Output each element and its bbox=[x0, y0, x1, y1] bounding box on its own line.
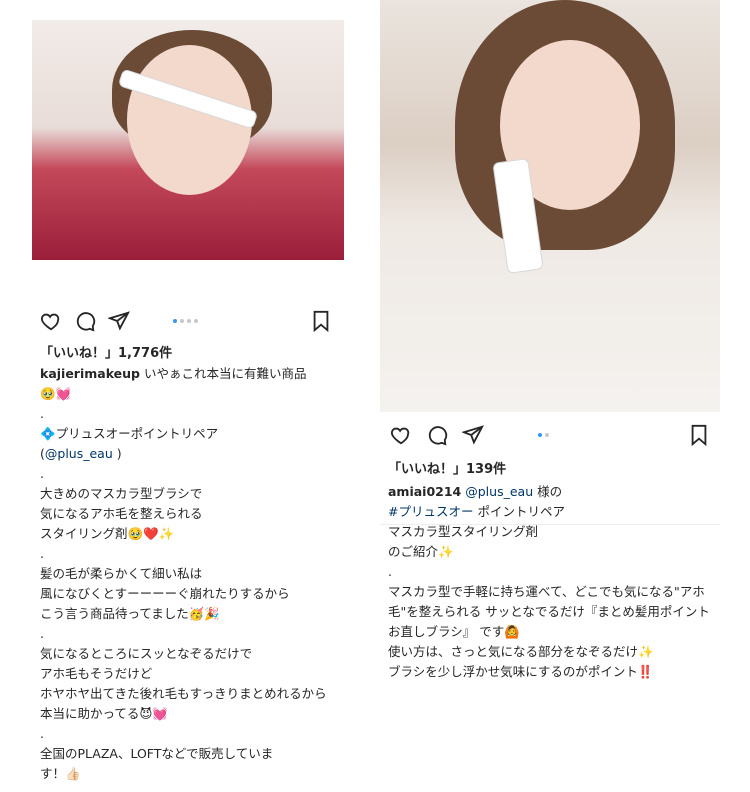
post-caption: kajierimakeup いやぁこれ本当に有難い商品 🥹💓 . 💠プリュスオー… bbox=[40, 364, 340, 784]
username-link[interactable]: amiai0214 bbox=[388, 484, 461, 499]
carousel-indicator bbox=[173, 319, 198, 323]
caption-text: ) . 大きめのマスカラ型ブラシで 気になるアホ毛を整えられる スタイリング剤🥹… bbox=[40, 446, 327, 781]
mention-link[interactable]: @plus_eau bbox=[45, 446, 113, 461]
caption-text: 様の bbox=[533, 484, 563, 499]
comment-icon[interactable] bbox=[426, 424, 448, 446]
bookmark-icon[interactable] bbox=[310, 310, 332, 333]
username-link[interactable]: kajierimakeup bbox=[40, 366, 140, 381]
carousel-dot bbox=[180, 319, 184, 323]
paper-plane-icon[interactable] bbox=[460, 424, 485, 446]
carousel-dot bbox=[194, 319, 198, 323]
carousel-dot bbox=[187, 319, 191, 323]
hashtag-link[interactable]: #プリュスオー bbox=[388, 504, 473, 519]
carousel-dot bbox=[545, 433, 549, 437]
post-caption: amiai0214 @plus_eau 様の #プリュスオー ポイントリペア マ… bbox=[388, 482, 718, 682]
post-photo-right[interactable] bbox=[380, 0, 720, 412]
carousel-indicator bbox=[538, 433, 549, 437]
heart-icon[interactable] bbox=[390, 424, 412, 446]
divider bbox=[380, 524, 720, 525]
instagram-post-right: 「いいね！」139件 amiai0214 @plus_eau 様の #プリュスオ… bbox=[380, 0, 720, 792]
instagram-post-left: 「いいね！」1,776件 kajierimakeup いやぁこれ本当に有難い商品… bbox=[32, 0, 348, 792]
heart-icon[interactable] bbox=[40, 310, 62, 332]
carousel-dot bbox=[173, 319, 177, 323]
likes-count[interactable]: 「いいね！」139件 bbox=[388, 458, 506, 477]
action-bar-left bbox=[32, 310, 332, 334]
mention-link[interactable]: @plus_eau bbox=[465, 484, 533, 499]
paper-plane-icon[interactable] bbox=[106, 310, 131, 332]
comment-icon[interactable] bbox=[74, 310, 96, 332]
carousel-dot bbox=[538, 433, 542, 437]
caption-text: ポイントリペア マスカラ型スタイリング剤 のご紹介✨ . マスカラ型で手軽に持ち… bbox=[388, 504, 710, 679]
action-bar-right bbox=[380, 424, 715, 448]
likes-count[interactable]: 「いいね！」1,776件 bbox=[40, 342, 172, 361]
bookmark-icon[interactable] bbox=[688, 424, 710, 447]
post-photo-left[interactable] bbox=[32, 20, 344, 260]
